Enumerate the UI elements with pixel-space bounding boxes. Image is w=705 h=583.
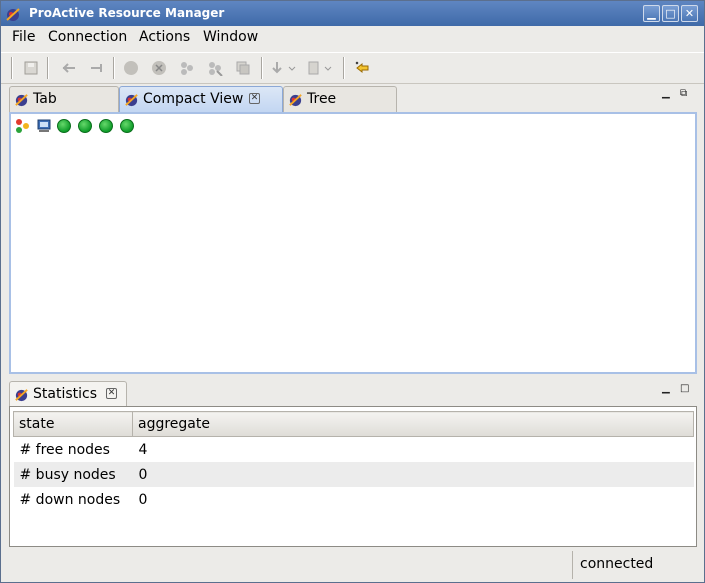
toolbar-separator [261, 57, 263, 79]
proactive-view-icon [125, 94, 138, 107]
proactive-view-icon [289, 94, 302, 107]
toolbar-separator [47, 57, 49, 79]
free-node-icon[interactable] [99, 119, 113, 133]
main-window: ProActive Resource Manager ▁ □ ✕ File Co… [0, 0, 705, 583]
tab-label: Statistics [33, 386, 97, 402]
aggregate-cell: 0 [138, 491, 148, 508]
table-header-row: state aggregate [13, 411, 694, 437]
add-node-icon[interactable] [61, 60, 77, 76]
remove-source-icon[interactable] [151, 60, 167, 76]
toolbar-separator [113, 57, 115, 79]
add-nodes-icon[interactable] [179, 60, 195, 76]
column-header-state[interactable]: state [13, 411, 133, 437]
node-source-icon[interactable] [15, 118, 31, 134]
remove-node-icon[interactable] [89, 60, 105, 76]
state-cell: # free nodes [19, 441, 110, 458]
upload-icon[interactable] [307, 60, 335, 76]
menu-bar: File Connection Actions Window [1, 26, 704, 50]
minimize-view-icon[interactable]: ▁ [662, 383, 670, 394]
toolbar-separator [11, 57, 13, 79]
tab-statistics[interactable]: Statistics ✕ [9, 381, 127, 407]
maximize-view-icon[interactable]: □ [680, 383, 689, 394]
free-node-icon[interactable] [57, 119, 71, 133]
host-icon[interactable] [36, 118, 52, 134]
maximize-icon: □ [665, 7, 676, 20]
column-header-aggregate[interactable]: aggregate [132, 411, 694, 437]
close-button[interactable]: ✕ [681, 5, 698, 22]
aggregate-cell: 0 [132, 462, 694, 487]
table-row[interactable]: # down nodes 0 [14, 487, 694, 512]
tab-compact-view[interactable]: Compact View ✕ [119, 86, 283, 112]
proactive-view-icon [15, 94, 28, 107]
proactive-app-icon [6, 8, 20, 21]
aggregate-cell: 4 [138, 441, 148, 458]
menu-actions[interactable]: Actions [139, 29, 190, 45]
menu-window[interactable]: Window [203, 29, 258, 45]
create-source-icon[interactable] [123, 60, 139, 76]
toolbar-separator [343, 57, 345, 79]
free-node-icon[interactable] [78, 119, 92, 133]
state-cell: # down nodes [19, 491, 121, 508]
table-row[interactable]: # busy nodes 0 [13, 462, 694, 487]
title-bar: ProActive Resource Manager ▁ □ ✕ [1, 1, 704, 26]
view-tabs: Tab Explorer Compact View ✕ Tree Explore… [9, 84, 696, 131]
minimize-view-icon[interactable]: ▁ [662, 88, 670, 99]
statistics-table: state aggregate # free nodes 4 # busy no… [13, 411, 694, 512]
connect-icon[interactable] [354, 60, 370, 76]
statistics-tabs: Statistics ✕ ▁ □ [9, 379, 696, 407]
minimize-icon: ▁ [647, 7, 656, 20]
minimize-button[interactable]: ▁ [643, 5, 660, 22]
menu-connection[interactable]: Connection [48, 29, 127, 45]
compact-view-panel [9, 112, 697, 374]
table-row[interactable]: # free nodes 4 [14, 437, 694, 463]
tab-label: Compact View [143, 91, 244, 107]
maximize-button[interactable]: □ [662, 5, 679, 22]
status-bar: connected [1, 551, 704, 582]
menu-file[interactable]: File [12, 29, 35, 45]
proactive-view-icon [15, 389, 28, 402]
remove-nodes-icon[interactable] [207, 60, 223, 76]
close-tab-icon[interactable]: ✕ [249, 93, 260, 104]
copy-icon[interactable] [235, 60, 251, 76]
connection-status: connected [572, 551, 698, 579]
tab-tab-explorer[interactable]: Tab Explorer [9, 86, 119, 131]
toolbar [1, 52, 704, 84]
close-icon: ✕ [684, 7, 695, 20]
close-tab-icon[interactable]: ✕ [106, 388, 117, 399]
tab-tree-explorer[interactable]: Tree Explorer [283, 86, 397, 131]
restore-view-icon[interactable]: ⧉ [680, 88, 687, 99]
download-icon[interactable] [271, 60, 299, 76]
save-icon[interactable] [23, 60, 39, 76]
state-cell: # busy nodes [13, 462, 133, 487]
window-title: ProActive Resource Manager [29, 6, 225, 20]
free-node-icon[interactable] [120, 119, 134, 133]
